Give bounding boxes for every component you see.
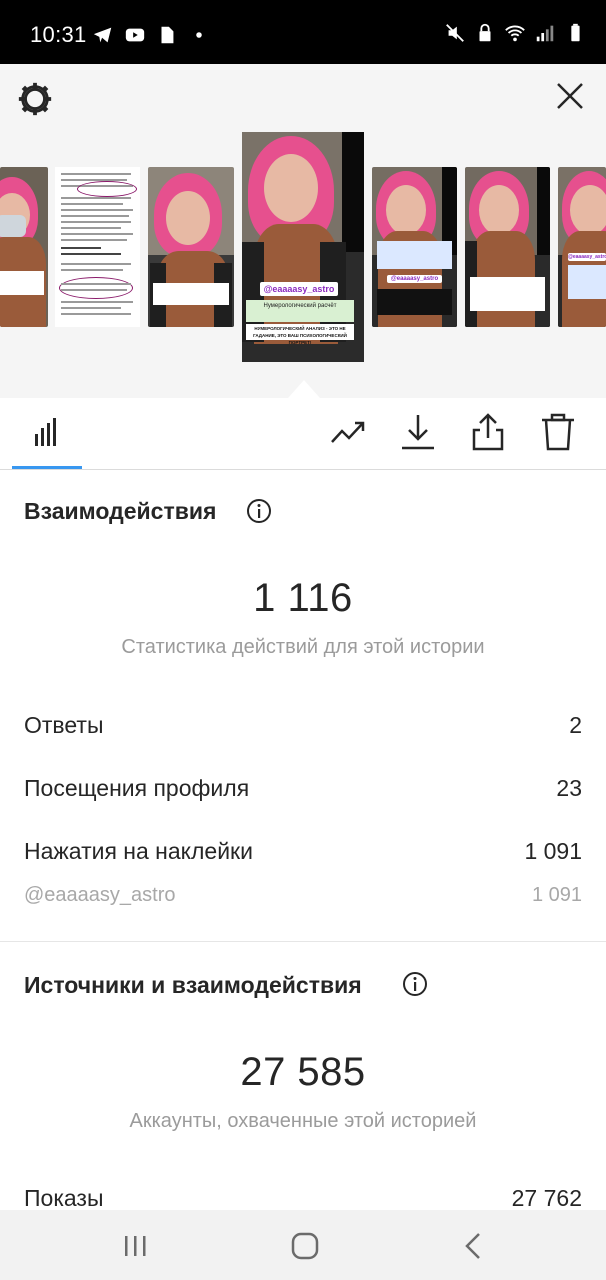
interactions-total: 1 116 [253, 576, 353, 620]
share-icon[interactable] [468, 412, 508, 452]
trending-icon[interactable] [328, 412, 368, 452]
metric-value: 1 091 [531, 884, 582, 906]
section-divider [0, 941, 606, 942]
metric-row-replies: Ответы 2 [24, 712, 582, 742]
story-thumbnail[interactable]: @eaaaasy_astro [558, 167, 606, 327]
story-thumbnail[interactable] [0, 167, 48, 327]
battery-icon [571, 23, 580, 42]
youtube-icon [125, 28, 145, 42]
insights-tab-indicator [12, 466, 82, 469]
metric-label: Ответы [24, 712, 104, 738]
file-icon [161, 26, 174, 44]
metric-label: Показы [24, 1185, 104, 1211]
story-thumbnail[interactable] [465, 167, 550, 327]
metric-value: 23 [556, 775, 582, 801]
metric-label: Посещения профиля [24, 775, 250, 801]
selected-story-thumbnail[interactable]: @eaaaasy_astro Нумерологический расчёт Н… [242, 132, 364, 362]
metric-row-sticker-mention: @eaaaasy_astro 1 091 [24, 884, 582, 914]
story-thumbnail-document[interactable] [55, 167, 140, 327]
mute-icon [446, 24, 464, 42]
metric-label: @eaaaasy_astro [24, 884, 176, 906]
recent-apps-icon[interactable] [117, 1228, 153, 1264]
interactions-subtitle: Статистика действий для этой истории [121, 636, 485, 658]
story-mention-tag: @eaaaasy_astro [568, 253, 606, 261]
status-left-icons [92, 24, 210, 46]
info-icon[interactable] [402, 971, 428, 997]
back-icon[interactable] [456, 1228, 492, 1264]
status-bar: 10:31 [0, 0, 606, 64]
wifi-icon [505, 25, 525, 42]
metric-label: Нажатия на наклейки [24, 838, 253, 864]
system-navigation-bar [0, 1210, 606, 1280]
selected-pointer [288, 380, 320, 398]
story-caption-1: Нумерологический расчёт [246, 300, 354, 322]
story-mention-tag: @eaaaasy_astro [387, 275, 442, 283]
gear-icon[interactable] [16, 80, 54, 118]
download-icon[interactable] [398, 412, 438, 452]
close-icon[interactable] [554, 80, 586, 112]
metric-value: 27 762 [511, 1185, 582, 1211]
metric-value: 2 [569, 712, 582, 738]
reach-subtitle: Аккаунты, охваченные этой историей [129, 1110, 477, 1132]
home-icon[interactable] [287, 1228, 323, 1264]
metric-row-sticker-taps: Нажатия на наклейки 1 091 [24, 838, 582, 868]
bar-chart-icon[interactable] [26, 412, 66, 452]
sources-title: Источники и взаимодействия [24, 972, 362, 998]
story-mention-tag: @eaaaasy_astro [260, 282, 338, 296]
story-thumbnail[interactable]: @eaaaasy_astro [372, 167, 457, 327]
metric-row-profile-visits: Посещения профиля 23 [24, 775, 582, 805]
signal-icon [536, 25, 554, 42]
status-right-icons [444, 22, 586, 44]
story-caption-2: НУМЕРОЛОГИЧЕСКИЙ АНАЛИЗ - ЭТО НЕ ГАДАНИЕ… [246, 324, 354, 345]
interactions-title: Взаимодействия [24, 498, 217, 524]
dot-icon [196, 32, 202, 38]
lock-icon [479, 23, 491, 42]
status-time: 10:31 [30, 22, 87, 47]
metric-value: 1 091 [524, 838, 582, 864]
story-thumbnail[interactable] [148, 167, 234, 327]
info-icon[interactable] [246, 498, 272, 524]
telegram-icon [93, 27, 112, 43]
trash-icon[interactable] [538, 412, 578, 452]
reach-total: 27 585 [240, 1050, 366, 1094]
story-toolbar [0, 398, 606, 470]
